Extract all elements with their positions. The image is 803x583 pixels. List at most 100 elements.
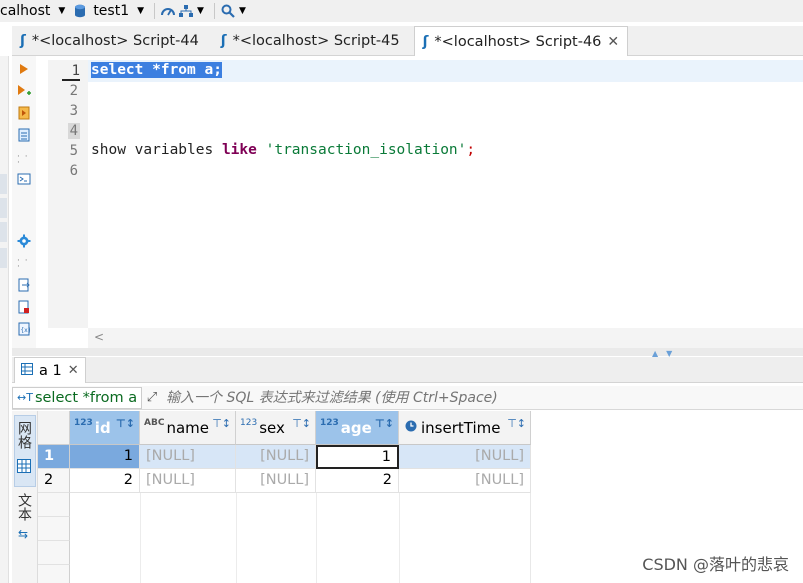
search-icon[interactable] [219,2,237,20]
sql-keyword: like [221,142,257,158]
table-cell-name[interactable]: [NULL] [140,445,236,469]
text-view-icon: ⇆ [18,527,29,541]
left-edge-panel [0,56,9,583]
tab-script-46[interactable]: ʃ *<localhost> Script-46 ✕ [413,26,629,56]
dashboard-icon[interactable] [159,2,177,20]
clock-icon [405,420,417,435]
empty-row [38,517,70,541]
main-toolbar: calhost ▼ test1 ▼ ▼ ▼ [0,0,803,22]
execute-script-icon[interactable] [17,106,31,120]
filter-sort-icon[interactable]: ⊤↕ [212,417,231,430]
column-header-sex[interactable]: 123 sex ⊤↕ [236,411,316,445]
column-header-name[interactable]: ABC name ⊤↕ [140,411,236,445]
toolbar-separator [154,3,156,19]
table-cell-age[interactable]: 1 [316,445,399,469]
code-text: show variables [91,142,222,158]
table-cell-id[interactable]: 1 [70,445,140,469]
column-header-age[interactable]: 123 age ⊤↕ [316,411,399,445]
network-dropdown-icon[interactable]: ▼ [197,6,204,16]
network-icon[interactable] [177,2,195,20]
database-selector[interactable]: test1 [71,2,129,20]
expand-icon[interactable]: ⤢ [142,390,162,405]
load-script-icon[interactable] [17,300,31,314]
sql-script-icon: ʃ [20,33,26,49]
row-number[interactable]: 1 [38,445,70,469]
sql-semicolon: ; [466,142,476,158]
results-tab-strip: a 1 ✕ [12,357,803,383]
empty-row [38,565,70,583]
query-text-field[interactable]: ↔T select *from a [12,386,142,409]
table-cell-inserttime[interactable]: [NULL] [399,445,531,469]
editor-horizontal-scrollbar[interactable]: < [88,328,803,348]
console-icon[interactable] [17,172,31,186]
toolbar-separator [213,3,215,19]
panel-marker [0,222,7,242]
column-header-id[interactable]: 123 id ⊤↕ [70,411,140,445]
close-icon[interactable]: ✕ [607,34,619,50]
numeric-type-icon: 123 [320,418,339,428]
result-tab-label: a 1 [39,362,62,379]
column-header-inserttime[interactable]: insertTime ⊤↕ [399,411,531,445]
filter-input[interactable] [162,386,803,409]
empty-row [38,541,70,565]
code-line-5[interactable]: show variables like 'transaction_isolati… [91,142,475,158]
table-cell-sex[interactable]: [NULL] [236,445,316,469]
table-cell-age[interactable]: 2 [316,469,399,493]
search-dropdown-icon[interactable]: ▼ [239,6,246,16]
code-line-1[interactable]: select *from a; [91,62,222,78]
variables-icon[interactable]: {x} [17,322,31,336]
grid-icon [17,459,31,477]
selected-sql-text: select *from a; [91,62,222,78]
table-cell-sex[interactable]: [NULL] [236,469,316,493]
column-divider [399,493,400,583]
explain-plan-icon[interactable] [17,128,31,142]
query-text: select *from a [34,389,138,406]
execute-new-tab-icon[interactable] [17,84,31,98]
export-icon[interactable] [17,278,31,292]
result-view-switcher: 网格 文本 ⇆ [12,411,38,583]
query-icon: ↔T [17,391,33,404]
connection-dropdown-icon[interactable]: ▼ [58,6,65,16]
sql-script-icon: ʃ [422,33,429,50]
table-cell-id[interactable]: 2 [70,469,140,493]
tab-script-44[interactable]: ʃ *<localhost> Script-44 [12,26,207,56]
execute-statement-icon[interactable] [17,62,31,76]
filter-sort-icon[interactable]: ⊤↕ [507,417,526,430]
filter-sort-icon[interactable]: ⊤↕ [375,417,394,430]
sql-string: 'transaction_isolation' [265,142,467,158]
scroll-left-icon[interactable]: < [94,330,104,344]
table-cell-name[interactable]: [NULL] [140,469,236,493]
numeric-type-icon: 123 [240,418,258,428]
text-view-button[interactable]: 文本 [16,493,34,521]
line-number: 2 [69,83,78,99]
results-filter-bar: ↔T select *from a ⤢ [12,386,803,410]
editor-results-splitter[interactable]: ▲▼ [12,348,803,358]
grid-table-icon [21,362,33,379]
column-name: insertTime [421,418,501,437]
numeric-type-icon: 123 [74,418,93,428]
panel-marker [0,198,7,218]
row-number[interactable]: 2 [38,469,70,493]
database-name: test1 [93,3,130,19]
watermark-text: CSDN @落叶的悲哀 [642,555,789,574]
toolbar-separator: · · · [17,152,29,168]
tab-result-a1[interactable]: a 1 ✕ [14,357,86,383]
line-number: 4 [67,123,80,139]
close-icon[interactable]: ✕ [68,363,79,378]
column-divider [236,493,237,583]
sql-editor[interactable]: select *from a; show variables like 'tra… [88,60,803,328]
line-number: 3 [69,103,78,119]
toolbar-separator: · · · [17,256,29,272]
editor-side-toolbar: · · · · · · {x} [12,56,36,356]
filter-sort-icon[interactable]: ⊤↕ [292,417,311,430]
tab-script-45[interactable]: ʃ *<localhost> Script-45 [213,26,408,56]
text-type-icon: ABC [144,418,165,428]
settings-icon[interactable] [17,234,31,248]
connection-selector[interactable]: calhost [0,3,50,19]
column-name: sex [259,418,285,437]
table-cell-inserttime[interactable]: [NULL] [399,469,531,493]
database-dropdown-icon[interactable]: ▼ [137,6,144,16]
panel-marker [0,248,7,268]
filter-sort-icon[interactable]: ⊤↕ [116,417,135,430]
tab-label: *<localhost> Script-45 [232,33,400,49]
